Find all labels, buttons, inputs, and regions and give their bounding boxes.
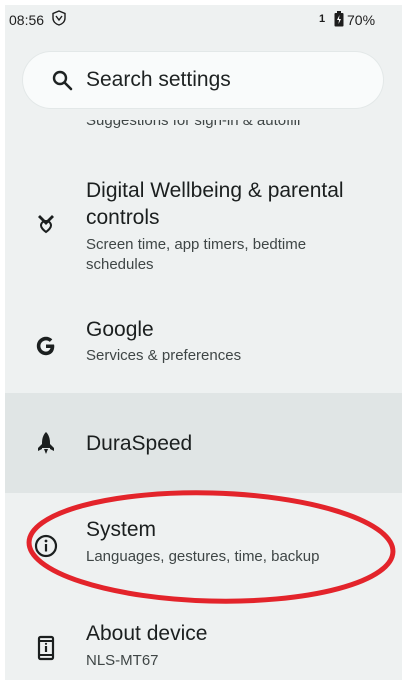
search-placeholder: Search settings bbox=[86, 68, 231, 91]
battery-icon bbox=[334, 11, 344, 27]
phone-device-icon bbox=[37, 635, 55, 661]
search-bar[interactable]: Search settings bbox=[23, 52, 383, 108]
vpn-shield-icon bbox=[52, 10, 66, 26]
settings-item-system[interactable]: System Languages, gestures, time, backup bbox=[5, 500, 402, 600]
item-title: Digital Wellbeing & parental controls bbox=[86, 179, 344, 229]
digital-wellbeing-icon bbox=[38, 215, 54, 234]
previous-item-subtitle-clip: Suggestions for sign-in & autofill bbox=[86, 120, 386, 130]
item-title: Google bbox=[86, 318, 154, 341]
status-time: 08:56 bbox=[9, 12, 45, 28]
google-g-icon bbox=[36, 336, 55, 356]
settings-item-about-device[interactable]: About device NLS-MT67 bbox=[5, 605, 402, 680]
item-subtitle: Services & preferences bbox=[86, 347, 242, 364]
settings-item-duraspeed[interactable]: DuraSpeed bbox=[5, 393, 402, 493]
item-subtitle: NLS-MT67 bbox=[86, 652, 159, 669]
previous-item-subtitle: Suggestions for sign-in & autofill bbox=[86, 120, 301, 129]
item-subtitle: Languages, gestures, time, backup bbox=[86, 548, 320, 565]
status-bar: 08:56 1 70% bbox=[5, 5, 402, 35]
battery-percent: 70% bbox=[347, 12, 376, 28]
item-subtitle: Screen time, app timers, bedtime schedul… bbox=[86, 236, 307, 273]
settings-screen: 08:56 1 70% Search settings Suggestions … bbox=[5, 5, 402, 680]
sim-indicator: 1 bbox=[319, 13, 326, 25]
info-icon bbox=[34, 534, 58, 558]
item-title: DuraSpeed bbox=[86, 432, 193, 455]
item-title: About device bbox=[86, 622, 208, 645]
item-title: System bbox=[86, 518, 157, 541]
settings-item-digital-wellbeing[interactable]: Digital Wellbeing & parental controls Sc… bbox=[5, 155, 402, 285]
rocket-icon bbox=[38, 432, 54, 454]
settings-item-google[interactable]: Google Services & preferences bbox=[5, 300, 402, 390]
search-icon bbox=[52, 70, 73, 91]
